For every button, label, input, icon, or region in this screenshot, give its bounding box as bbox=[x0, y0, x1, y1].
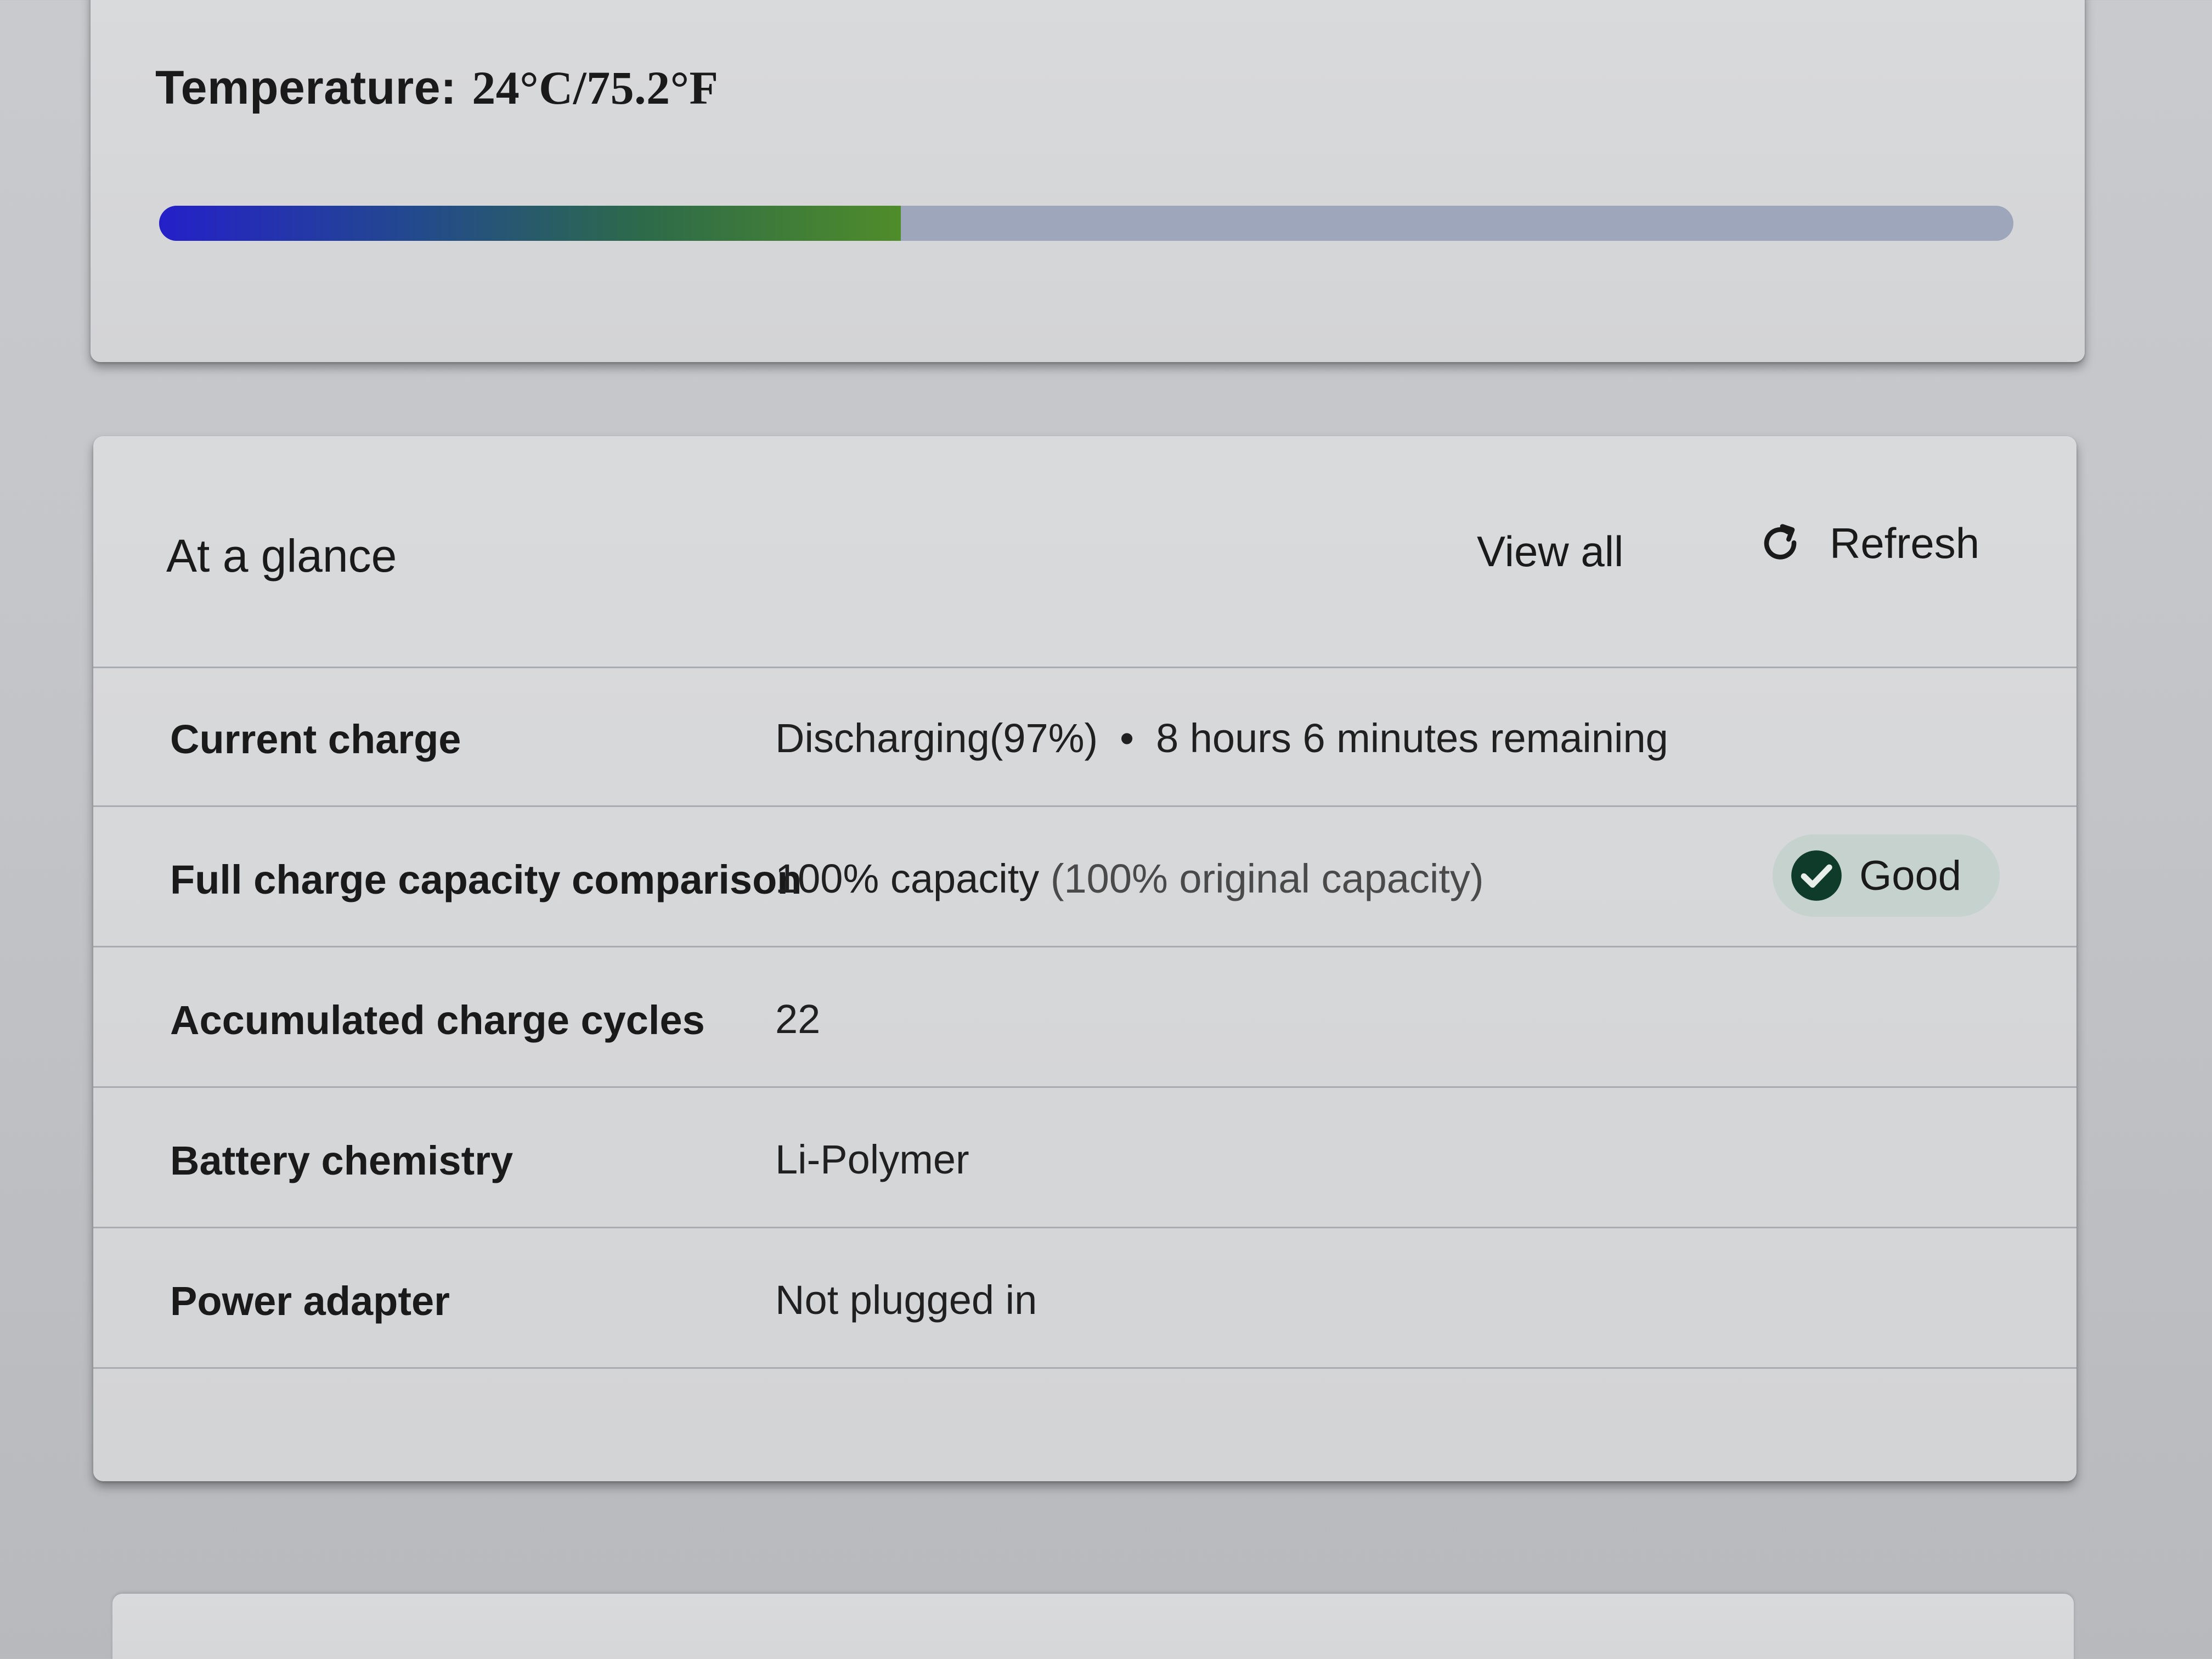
badge-label: Good bbox=[1859, 852, 1961, 899]
temperature-label: Temperature: 24°C/75.2°F bbox=[155, 60, 719, 115]
row-label: Current charge bbox=[170, 716, 461, 762]
refresh-label: Refresh bbox=[1830, 519, 1980, 567]
temperature-bar bbox=[159, 206, 2013, 241]
time-remaining: 8 hours 6 minutes remaining bbox=[1156, 715, 1668, 761]
temperature-title: Temperature: bbox=[155, 61, 457, 114]
check-circle-icon bbox=[1791, 850, 1842, 901]
row-label: Battery chemistry bbox=[170, 1138, 514, 1183]
at-a-glance-card: At a glance View all Refresh Current cha… bbox=[93, 436, 2076, 1481]
view-all-link[interactable]: View all bbox=[1477, 527, 1623, 577]
row-label: Full charge capacity comparison bbox=[170, 857, 802, 902]
row-power-adapter: Power adapter Not plugged in bbox=[93, 1228, 2076, 1369]
section-title: At a glance bbox=[166, 530, 397, 582]
refresh-icon bbox=[1764, 523, 1797, 560]
separator-dot: • bbox=[1120, 715, 1135, 761]
row-value: Not plugged in bbox=[775, 1277, 1037, 1323]
row-current-charge: Current charge Discharging(97%) • 8 hours … bbox=[93, 667, 2076, 807]
original-capacity: (100% original capacity) bbox=[1050, 856, 1484, 901]
charge-status: Discharging(97%) bbox=[775, 715, 1098, 761]
at-a-glance-header: At a glance View all Refresh bbox=[93, 436, 2076, 668]
row-full-charge-capacity: Full charge capacity comparison 100% cap… bbox=[93, 807, 2076, 947]
row-label: Power adapter bbox=[170, 1278, 450, 1324]
temperature-bar-fill bbox=[159, 206, 901, 241]
row-battery-chemistry: Battery chemistry Li-Polymer bbox=[93, 1088, 2076, 1228]
temperature-card: Temperature: 24°C/75.2°F bbox=[91, 0, 2085, 362]
row-value: Li-Polymer bbox=[775, 1137, 969, 1182]
row-value: 22 bbox=[775, 996, 821, 1042]
battery-info-list: Current charge Discharging(97%) • 8 hours … bbox=[93, 667, 2076, 1369]
capacity-value: 100% capacity bbox=[775, 856, 1040, 901]
row-value: 100% capacity (100% original capacity) bbox=[775, 855, 1484, 902]
row-label: Accumulated charge cycles bbox=[170, 997, 705, 1043]
status-badge: Good bbox=[1773, 834, 2000, 917]
temperature-value: 24°C/75.2°F bbox=[472, 61, 719, 114]
row-value: Discharging(97%) • 8 hours 6 minutes remai… bbox=[775, 715, 1668, 761]
refresh-button[interactable]: Refresh bbox=[1758, 518, 1979, 568]
next-card bbox=[112, 1594, 2074, 1659]
row-charge-cycles: Accumulated charge cycles 22 bbox=[93, 947, 2076, 1088]
